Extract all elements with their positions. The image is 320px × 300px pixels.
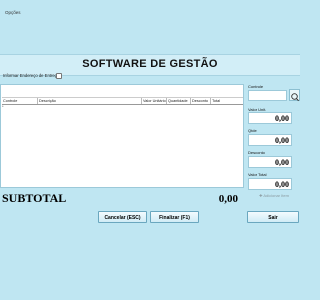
item-entry-panel: Controle Valor Unit. 0,00 Qtde 0,00 Desc… bbox=[246, 84, 300, 202]
menu-options[interactable]: Opções bbox=[5, 10, 21, 15]
action-bar: Cancelar (ESC) Finalizar (F1) Sair bbox=[0, 210, 300, 226]
control-label: Controle bbox=[248, 84, 264, 89]
unit-value-field[interactable]: 0,00 bbox=[248, 112, 292, 124]
grid-header: Controle Descrição Valor Unitário Quanti… bbox=[2, 97, 243, 105]
qty-field[interactable]: 0,00 bbox=[248, 134, 292, 146]
items-grid[interactable]: Controle Descrição Valor Unitário Quanti… bbox=[0, 84, 244, 188]
cancel-button[interactable]: Cancelar (ESC) bbox=[98, 211, 147, 223]
delivery-address-label: Informar Endereço de Entrega bbox=[3, 73, 60, 78]
exit-button[interactable]: Sair bbox=[247, 211, 299, 223]
col-quantidade[interactable]: Quantidade bbox=[167, 98, 191, 104]
add-item-label: Adicionar Item bbox=[263, 193, 289, 198]
add-item-button[interactable]: ✚ Adicionar Item bbox=[248, 192, 300, 200]
discount-label: Desconto bbox=[248, 150, 265, 155]
control-input[interactable] bbox=[248, 90, 287, 101]
col-total[interactable]: Total bbox=[211, 98, 243, 104]
search-icon bbox=[291, 93, 299, 102]
col-desconto[interactable]: Desconto bbox=[191, 98, 211, 104]
discount-field[interactable]: 0,00 bbox=[248, 156, 292, 168]
delivery-address-checkbox[interactable] bbox=[56, 73, 62, 79]
app-title: SOFTWARE DE GESTÃO bbox=[82, 58, 218, 70]
row-cursor: * bbox=[2, 104, 4, 109]
subtotal-value: 0,00 bbox=[218, 193, 238, 205]
menu-bar: Opções bbox=[0, 0, 300, 22]
qty-label: Qtde bbox=[248, 128, 257, 133]
total-label: Valor Total bbox=[248, 172, 267, 177]
subtotal-label: SUBTOTAL bbox=[2, 191, 67, 205]
finish-button[interactable]: Finalizar (F1) bbox=[150, 211, 199, 223]
col-descricao[interactable]: Descrição bbox=[38, 98, 142, 104]
search-button[interactable] bbox=[289, 89, 300, 102]
col-valor-unitario[interactable]: Valor Unitário bbox=[142, 98, 167, 104]
total-field[interactable]: 0,00 bbox=[248, 178, 292, 190]
footer-area bbox=[0, 228, 300, 300]
col-controle[interactable]: Controle bbox=[2, 98, 38, 104]
